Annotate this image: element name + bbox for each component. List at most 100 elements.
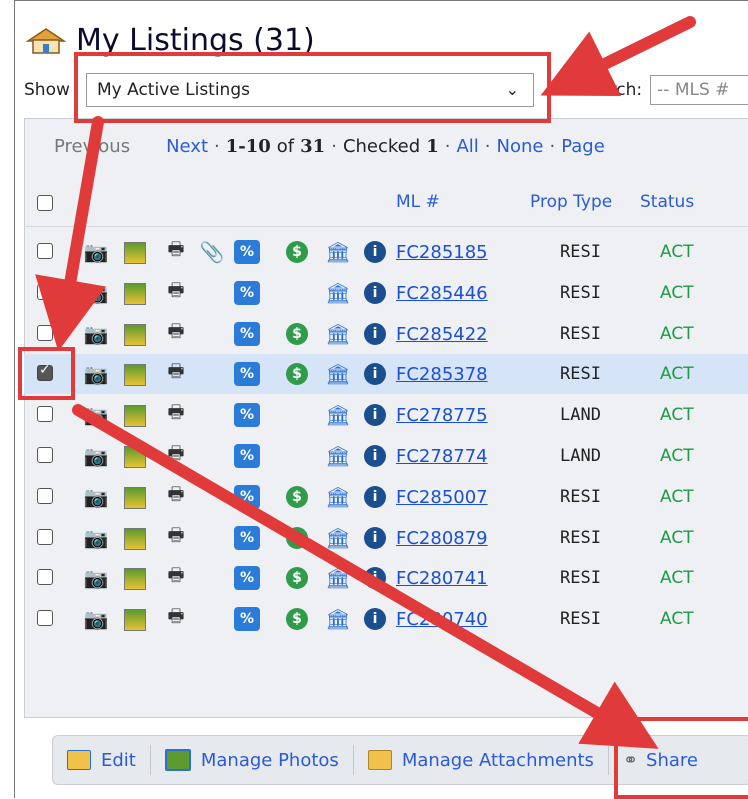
money-icon[interactable]: $ bbox=[286, 608, 308, 631]
camera-icon[interactable]: 📷 bbox=[84, 362, 109, 386]
column-prop-type[interactable]: Prop Type bbox=[530, 192, 612, 212]
printer-icon[interactable]: 🖶 bbox=[164, 565, 188, 590]
info-icon[interactable]: i bbox=[364, 404, 386, 427]
bank-icon[interactable]: 🏛 bbox=[325, 566, 350, 590]
info-icon[interactable]: i bbox=[364, 445, 386, 467]
printer-icon[interactable]: 🖶 bbox=[164, 361, 188, 386]
info-icon[interactable]: i bbox=[364, 281, 386, 304]
info-icon[interactable]: i bbox=[364, 608, 386, 631]
table-row[interactable]: 📷 🖶% $ 🏛 i FC285378 RESI ACT bbox=[24, 354, 748, 395]
printer-icon[interactable]: 🖶 bbox=[164, 443, 188, 468]
table-row[interactable]: 📷 🖶% $ 🏛 i FC285422 RESI ACT bbox=[24, 314, 748, 354]
photo-icon[interactable] bbox=[124, 364, 146, 387]
table-row[interactable]: 📷 🖶% $ 🏛 i FC285007 RESI ACT bbox=[24, 477, 748, 517]
camera-icon[interactable]: 📷 bbox=[84, 444, 109, 468]
bank-icon[interactable]: 🏛 bbox=[325, 403, 350, 427]
money-icon[interactable]: $ bbox=[286, 322, 308, 345]
info-icon[interactable]: i bbox=[364, 363, 386, 386]
row-checkbox[interactable] bbox=[37, 283, 53, 300]
photo-icon[interactable] bbox=[124, 282, 146, 305]
discount-icon[interactable]: % bbox=[234, 607, 260, 632]
ml-number-link[interactable]: FC280741 bbox=[396, 568, 488, 589]
check-none-link[interactable]: None bbox=[497, 136, 544, 157]
table-row[interactable]: 📷 🖶% 🏛 i FC285446 RESI ACT bbox=[24, 273, 748, 313]
info-icon[interactable]: i bbox=[364, 567, 386, 590]
bank-icon[interactable]: 🏛 bbox=[325, 526, 350, 550]
ml-number-link[interactable]: FC285185 bbox=[396, 242, 488, 263]
photo-icon[interactable] bbox=[124, 323, 146, 346]
discount-icon[interactable]: % bbox=[234, 566, 260, 591]
photo-icon[interactable] bbox=[124, 527, 146, 550]
select-all-checkbox[interactable] bbox=[37, 195, 53, 211]
bank-icon[interactable]: 🏛 bbox=[325, 485, 350, 509]
info-icon[interactable]: i bbox=[364, 322, 386, 345]
ml-number-link[interactable]: FC278774 bbox=[396, 446, 488, 467]
camera-icon[interactable]: 📷 bbox=[84, 526, 109, 550]
camera-icon[interactable]: 📷 bbox=[84, 403, 109, 427]
row-checkbox[interactable] bbox=[37, 243, 53, 259]
table-row[interactable]: 📷 🖶% 🏛 i FC278774 LAND ACT bbox=[24, 436, 748, 476]
ml-number-link[interactable]: FC278775 bbox=[396, 405, 488, 426]
table-row[interactable]: 📷 🖶% $ 🏛 i FC280741 RESI ACT bbox=[24, 558, 748, 598]
discount-icon[interactable]: % bbox=[234, 321, 260, 346]
printer-icon[interactable]: 🖶 bbox=[164, 239, 188, 264]
photo-icon[interactable] bbox=[124, 446, 146, 468]
table-row[interactable]: 📷 🖶% $ 🏛 i FC280879 RESI ACT bbox=[24, 518, 748, 558]
camera-icon[interactable]: 📷 bbox=[84, 240, 109, 264]
ml-number-link[interactable]: FC285007 bbox=[396, 487, 488, 508]
money-icon[interactable]: $ bbox=[286, 567, 308, 590]
info-icon[interactable]: i bbox=[364, 241, 386, 263]
row-checkbox[interactable] bbox=[37, 569, 53, 586]
row-checkbox[interactable] bbox=[37, 610, 53, 627]
bank-icon[interactable]: 🏛 bbox=[325, 281, 350, 305]
camera-icon[interactable]: 📷 bbox=[84, 322, 109, 346]
discount-icon[interactable]: % bbox=[234, 362, 260, 387]
money-icon[interactable]: $ bbox=[286, 485, 308, 508]
row-checkbox[interactable] bbox=[37, 447, 53, 463]
table-row[interactable]: 📷 🖶% $ 🏛 i FC280740 RESI ACT bbox=[24, 599, 748, 639]
discount-icon[interactable]: % bbox=[234, 444, 260, 468]
search-input[interactable]: -- MLS # bbox=[650, 75, 748, 105]
printer-icon[interactable]: 🖶 bbox=[164, 525, 188, 550]
photo-icon[interactable] bbox=[124, 405, 146, 428]
discount-icon[interactable]: % bbox=[234, 525, 260, 550]
printer-icon[interactable]: 🖶 bbox=[164, 484, 188, 509]
discount-icon[interactable]: % bbox=[234, 484, 260, 509]
printer-icon[interactable]: 🖶 bbox=[164, 606, 188, 631]
discount-icon[interactable]: % bbox=[234, 280, 260, 305]
photo-icon[interactable] bbox=[124, 609, 146, 632]
camera-icon[interactable]: 📷 bbox=[84, 607, 109, 631]
ml-number-link[interactable]: FC280879 bbox=[396, 528, 488, 549]
info-icon[interactable]: i bbox=[364, 485, 386, 508]
camera-icon[interactable]: 📷 bbox=[84, 281, 109, 305]
bank-icon[interactable]: 🏛 bbox=[325, 322, 350, 346]
photo-icon[interactable] bbox=[124, 242, 146, 264]
camera-icon[interactable]: 📷 bbox=[84, 566, 109, 590]
attachment-icon[interactable]: 📎 bbox=[200, 240, 225, 264]
discount-icon[interactable]: % bbox=[234, 240, 260, 264]
column-ml-number[interactable]: ML # bbox=[396, 192, 440, 212]
bank-icon[interactable]: 🏛 bbox=[325, 607, 350, 631]
column-status[interactable]: Status bbox=[640, 192, 694, 212]
money-icon[interactable]: $ bbox=[286, 241, 308, 263]
previous-link[interactable]: Previous bbox=[54, 136, 130, 157]
ml-number-link[interactable]: FC285446 bbox=[396, 283, 488, 304]
ml-number-link[interactable]: FC280740 bbox=[396, 609, 488, 630]
bank-icon[interactable]: 🏛 bbox=[325, 444, 350, 468]
table-row[interactable]: 📷 🖶% 🏛 i FC278775 LAND ACT bbox=[24, 395, 748, 435]
row-checkbox[interactable] bbox=[37, 324, 53, 341]
check-page-link[interactable]: Page bbox=[561, 136, 605, 157]
info-icon[interactable]: i bbox=[364, 526, 386, 549]
next-link[interactable]: Next bbox=[166, 136, 208, 157]
ml-number-link[interactable]: FC285378 bbox=[396, 364, 488, 385]
edit-button[interactable]: Edit bbox=[67, 750, 136, 771]
ml-number-link[interactable]: FC285422 bbox=[396, 324, 488, 345]
manage-photos-button[interactable]: Manage Photos bbox=[164, 749, 339, 771]
discount-icon[interactable]: % bbox=[234, 403, 260, 428]
money-icon[interactable]: $ bbox=[286, 363, 308, 386]
photo-icon[interactable] bbox=[124, 568, 146, 591]
photo-icon[interactable] bbox=[124, 486, 146, 509]
printer-icon[interactable]: 🖶 bbox=[164, 280, 188, 305]
bank-icon[interactable]: 🏛 bbox=[325, 240, 350, 264]
manage-attachments-button[interactable]: Manage Attachments bbox=[367, 750, 594, 771]
